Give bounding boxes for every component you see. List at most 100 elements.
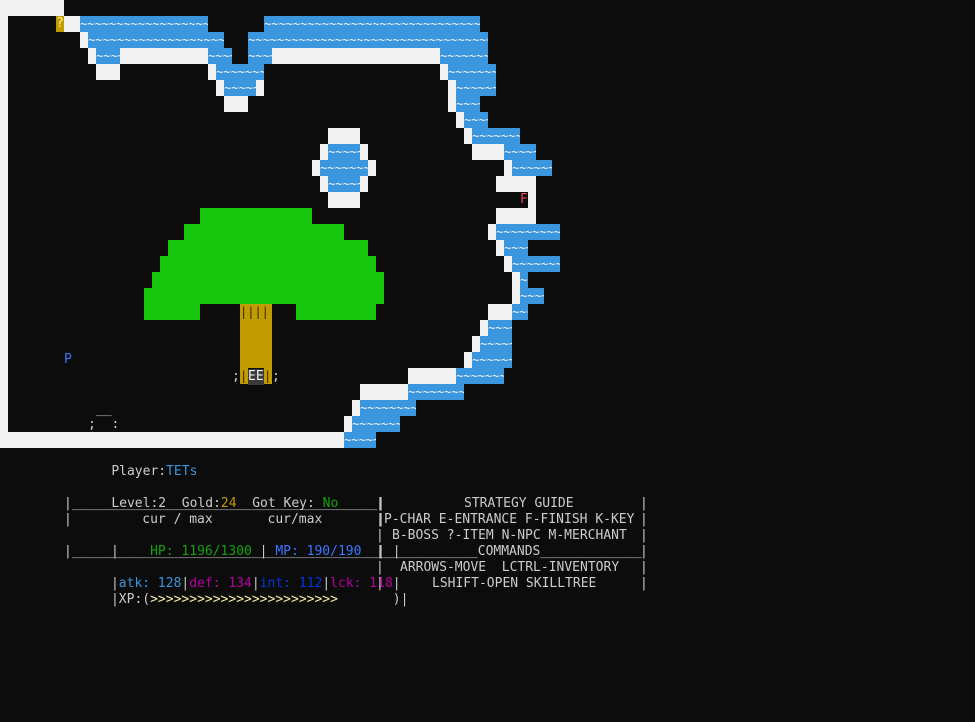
water-tile: ~~~~~~~~~~~~~~~~~~~~~~~~~~~~~~~~~~~~~~~ (480, 336, 512, 352)
wall-segment (216, 80, 224, 96)
wall-segment (448, 96, 456, 112)
water-tile: ~~~~~~~~~~~~~~~~~~~~~~~~~~~~~~~~~~~~~~~ (512, 256, 560, 272)
water-tile: ~~~~~~~~~~~~~~~~~~~~~~~~~~~~~~~~~~~~~~~ (472, 128, 520, 144)
wall-segment (256, 80, 264, 96)
pond-rim (320, 176, 328, 192)
pond-rim (368, 160, 376, 176)
water-tile: ~~~~~~~~~~~~~~~~~~~~~~~~~~~~~~~~~~~~~~~ (456, 96, 480, 112)
water-tile: ~~~~~~~~~~~~~~~~~~~~~~~~~~~~~~~~~~~~~~~ (352, 416, 400, 432)
merchant-glyph-bottom: ; : (88, 417, 120, 432)
wall-segment (208, 64, 216, 80)
wall-segment (448, 80, 456, 96)
water-tile: ~~~~~~~~~~~~~~~~~~~~~~~~~~~~~~~~~~~~~~~ (96, 48, 120, 64)
xp-row: |XP:(>>>>>>>>>>>>>>>>>>>>>>>> )| (64, 576, 408, 624)
wall-segment (408, 368, 456, 384)
tree-canopy (144, 288, 384, 304)
water-tile: ~~~~~~~~~~~~~~~~~~~~~~~~~~~~~~~~~~~~~~~ (488, 320, 512, 336)
map-border-left (0, 0, 8, 448)
pond-rim (320, 144, 328, 160)
tree-canopy (200, 208, 312, 224)
pond-water: ~~~~~~~~~~~~~~~~~~~~~~~~~~~~~~~~~~~~~~~ (328, 176, 360, 192)
guide-commands-rule: _____________COMMANDS_____________ (376, 544, 643, 559)
wall-segment (88, 48, 96, 64)
pond-rim (328, 192, 360, 208)
water-tile: ~~~~~~~~~~~~~~~~~~~~~~~~~~~~~~~~~~~~~~~ (464, 112, 488, 128)
item-marker: ? (56, 16, 64, 32)
wall-segment (496, 240, 504, 256)
pond-rim (328, 128, 360, 144)
guide-legend-1: P-CHAR E-ENTRANCE F-FINISH K-KEY (384, 512, 635, 527)
tree-trunk: ||||||||||||||||||||||||||||||||||||||||… (264, 368, 272, 384)
wall-segment (80, 32, 88, 48)
water-tile: ~~~~~~~~~~~~~~~~~~~~~~~~~~~~~~~~~~~~~~~ (264, 16, 480, 32)
wall-segment (488, 224, 496, 240)
water-tile: ~~~~~~~~~~~~~~~~~~~~~~~~~~~~~~~~~~~~~~~ (504, 240, 528, 256)
wall-segment (464, 128, 472, 144)
stats-top-rule: |_______________________________________… (64, 496, 385, 511)
water-tile: ~~~~~~~~~~~~~~~~~~~~~~~~~~~~~~~~~~~~~~~ (472, 352, 512, 368)
tree-canopy (152, 272, 384, 288)
water-tile: ~~~~~~~~~~~~~~~~~~~~~~~~~~~~~~~~~~~~~~~ (360, 400, 416, 416)
water-tile: ~~~~~~~~~~~~~~~~~~~~~~~~~~~~~~~~~~~~~~~ (88, 32, 224, 48)
stats-header: | cur / max cur/max | (64, 512, 385, 527)
water-tile: ~~~~~~~~~~~~~~~~~~~~~~~~~~~~~~~~~~~~~~~ (448, 64, 496, 80)
player-marker: P (64, 352, 72, 367)
xp-label: |XP:( (110, 592, 151, 607)
entrance-left: ; (232, 369, 240, 384)
water-tile: ~~~~~~~~~~~~~~~~~~~~~~~~~~~~~~~~~~~~~~~ (216, 64, 264, 80)
guide-title: STRATEGY GUIDE (464, 496, 574, 511)
wall-segment (504, 256, 512, 272)
water-tile: ~~~~~~~~~~~~~~~~~~~~~~~~~~~~~~~~~~~~~~~ (504, 144, 536, 160)
stats-mid-rule: |_______________________________________… (64, 544, 385, 559)
wall-segment (528, 192, 536, 208)
pond-rim (312, 160, 320, 176)
xp-suffix: )| (392, 592, 409, 607)
map-border-bottom (0, 432, 344, 448)
map-border-top (0, 0, 64, 16)
water-tile: ~~~~~~~~~~~~~~~~~~~~~~~~~~~~~~~~~~~~~~~ (344, 432, 376, 448)
wall-segment (120, 48, 208, 64)
finish-marker: F (520, 192, 528, 207)
wall-segment (472, 144, 504, 160)
guide-legend-2: B-BOSS ?-ITEM N-NPC M-MERCHANT (392, 528, 627, 543)
wall-segment (496, 208, 536, 224)
water-tile: ~~~~~~~~~~~~~~~~~~~~~~~~~~~~~~~~~~~~~~~ (224, 80, 256, 96)
game-map: ? ~~~~~~~~~~~~~~~~~~~ ~~~~~~~~~~~~~~~~~~~… (0, 0, 975, 450)
wall-segment (64, 16, 80, 32)
wall-segment (344, 416, 352, 432)
wall-segment (504, 160, 512, 176)
tree-canopy (296, 304, 376, 320)
water-tile: ~~~~~~~~~~~~~~~~~~~~~~~~~~~~~~~~~~~~~~~ (520, 288, 544, 304)
wall-segment (496, 176, 536, 192)
water-tile: ~~~~~~~~~~~~~~~~~~~~~~~~~~~~~~~~~~~~~~~ (440, 48, 488, 64)
water-tile: ~~~~~~~~~~~~~~~~~~~~~~~~~~~~~~~~~~~~~~~ (208, 48, 232, 64)
tree-trunk: ||||||||||||||||||||||||||||||||||||||||… (240, 368, 248, 384)
wall-segment (480, 320, 488, 336)
water-tile: ~~~~~~~~~~~~~~~~~~~~~~~~~~~~~~~~~~~~~~~ (456, 80, 496, 96)
pond-water: ~~~~~~~~~~~~~~~~~~~~~~~~~~~~~~~~~~~~~~~ (328, 144, 360, 160)
pond-water: ~~~~~~~~~~~~~~~~~~~~~~~~~~~~~~~~~~~~~~~ (320, 160, 368, 176)
water-tile: ~~~~~~~~~~~~~~~~~~~~~~~~~~~~~~~~~~~~~~~ (512, 160, 552, 176)
water-tile: ~~~~~~~~~~~~~~~~~~~~~~~~~~~~~~~~~~~~~~~ (248, 48, 272, 64)
hud: Player:TETs Level:2 Gold:24 Got Key: No … (0, 448, 975, 722)
wall-segment (352, 400, 360, 416)
entrance-right: ; (272, 369, 280, 384)
wall-segment (512, 288, 520, 304)
tree-canopy (168, 240, 368, 256)
wall-segment (440, 64, 448, 80)
wall-segment (360, 384, 408, 400)
wall-segment (512, 272, 520, 288)
pond-rim (360, 144, 368, 160)
wall-segment (488, 304, 512, 320)
tree-canopy (184, 224, 344, 240)
guide-command-2: LSHIFT-OPEN SKILLTREE (432, 576, 597, 591)
water-tile: ~~~~~~~~~~~~~~~~~~~~~~~~~~~~~~~~~~~~~~~ (512, 304, 528, 320)
entrance-marker: EE (248, 369, 264, 385)
player-name: TETs (166, 464, 198, 479)
water-tile: ~~~~~~~~~~~~~~~~~~~~~~~~~~~~~~~~~~~~~~~ (248, 32, 488, 48)
wall-segment (272, 48, 440, 64)
tree-canopy (144, 304, 200, 320)
xp-bar: >>>>>>>>>>>>>>>>>>>>>>>> (150, 592, 338, 607)
wall-segment (464, 352, 472, 368)
wall-segment (456, 112, 464, 128)
